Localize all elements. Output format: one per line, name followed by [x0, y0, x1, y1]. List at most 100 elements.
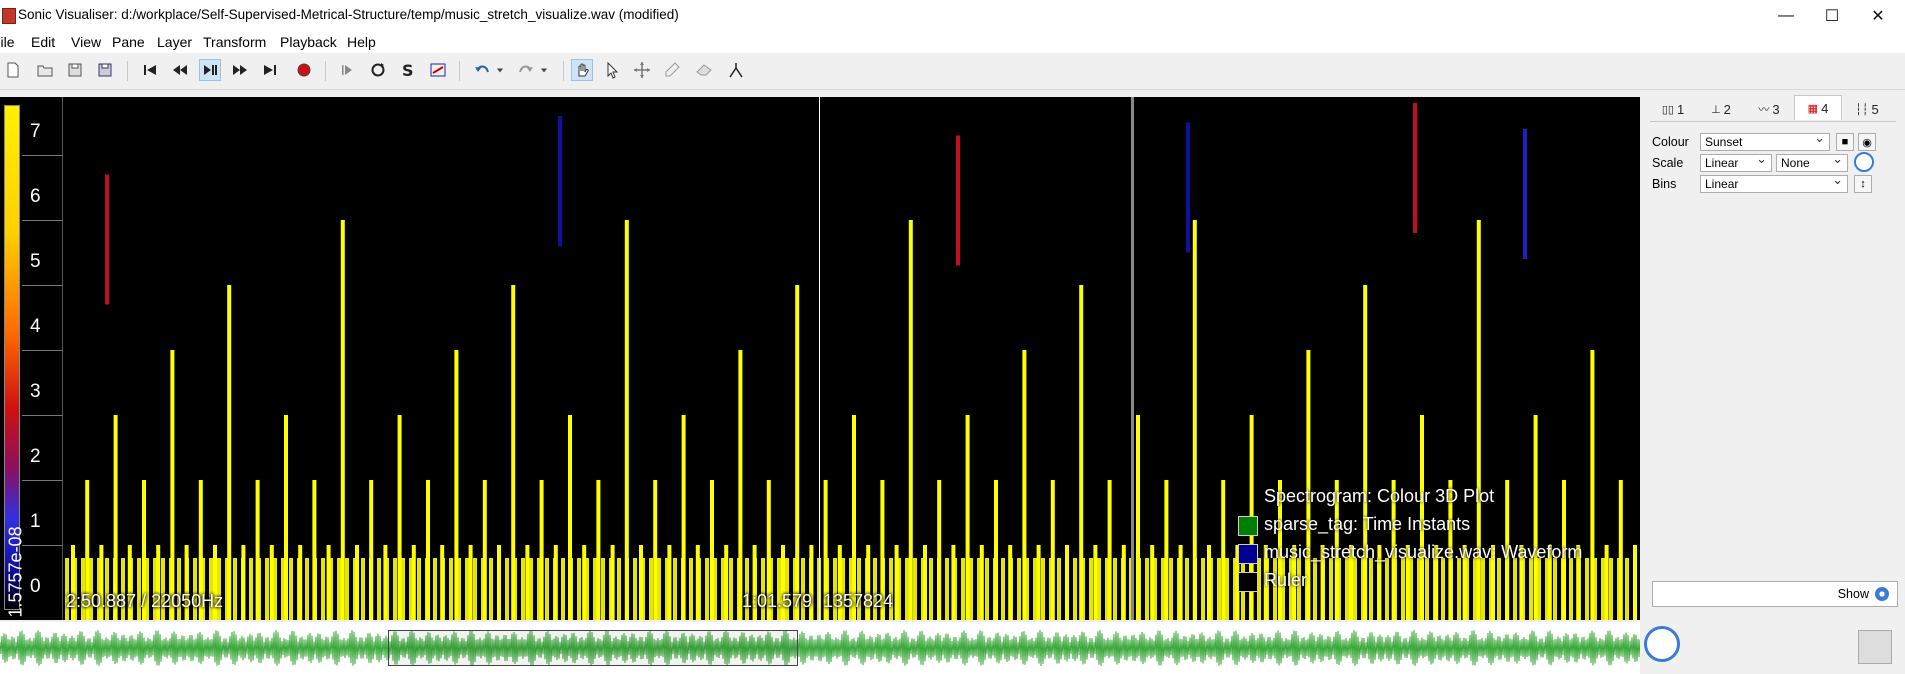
record-icon[interactable] — [293, 59, 315, 81]
menu-file[interactable]: File — [0, 34, 15, 50]
gain-dial-icon[interactable] — [1854, 152, 1874, 172]
play-selection-icon[interactable] — [337, 59, 359, 81]
new-file-icon[interactable] — [2, 59, 24, 81]
solo-icon[interactable]: S — [397, 59, 419, 81]
scale-label-2: 2 — [30, 446, 41, 467]
scale-label-3: 3 — [30, 381, 41, 402]
tab-4[interactable]: ▦ 4 — [1794, 95, 1842, 120]
draw-pencil-icon[interactable] — [661, 59, 683, 81]
legend-swatch — [1238, 572, 1258, 592]
plot-bin — [985, 558, 989, 620]
menu-transform[interactable]: Transform — [203, 34, 266, 50]
move-icon[interactable] — [631, 59, 653, 81]
plot-column — [639, 545, 643, 620]
plot-bin — [449, 558, 453, 620]
plot-column — [667, 545, 672, 620]
close-button[interactable]: ✕ — [1855, 0, 1901, 31]
scale-tick — [22, 285, 62, 286]
select-arrow-icon[interactable] — [601, 59, 623, 81]
level-meter-icon — [1858, 630, 1892, 664]
rewind-start-icon[interactable] — [139, 59, 161, 81]
plot-column — [497, 545, 501, 620]
open-folder-icon[interactable] — [34, 59, 56, 81]
redo-icon[interactable] — [515, 59, 537, 81]
plot-column — [908, 220, 913, 620]
tab-3[interactable]: 〰 3 — [1746, 99, 1792, 119]
menu-pane[interactable]: Pane — [112, 34, 145, 50]
minimize-button[interactable]: — — [1763, 0, 1809, 31]
plot-bin — [1441, 558, 1445, 620]
measure-icon[interactable] — [725, 59, 747, 81]
tab-2[interactable]: ⊥ 2 — [1698, 99, 1744, 119]
loop-icon[interactable] — [367, 59, 389, 81]
scale-label-1: 1 — [30, 511, 41, 532]
bins-options-button[interactable]: ↕ — [1854, 175, 1872, 193]
plot-column — [979, 545, 984, 620]
menu-layer[interactable]: Layer — [157, 34, 192, 50]
plot-column — [1136, 415, 1140, 620]
speed-icon[interactable] — [427, 59, 449, 81]
colour-invert-button[interactable]: ■ — [1836, 133, 1854, 151]
scale-label-5: 5 — [30, 251, 41, 272]
plot-bin — [521, 558, 525, 620]
plot-bin — [961, 558, 965, 620]
plot-bin — [345, 558, 349, 620]
plot-bin — [729, 558, 733, 620]
plot-column — [340, 220, 345, 620]
undo-menu-icon[interactable] — [493, 59, 507, 81]
undo-icon[interactable] — [471, 59, 493, 81]
plot-column — [326, 545, 331, 620]
scale-tick — [22, 155, 62, 156]
overview-visible-region[interactable] — [388, 630, 798, 666]
rewind-icon[interactable] — [169, 59, 191, 81]
plot-column — [1533, 415, 1538, 620]
plot-column — [624, 220, 629, 620]
plot-column — [397, 415, 402, 620]
plot-column — [1079, 285, 1084, 620]
plot-column — [1050, 480, 1055, 620]
ffwd-end-icon[interactable] — [259, 59, 281, 81]
menu-help[interactable]: Help — [347, 34, 376, 50]
erase-icon[interactable] — [693, 59, 715, 81]
save-as-icon[interactable] — [94, 59, 116, 81]
play-pause-icon[interactable] — [199, 59, 221, 81]
colour-options-button[interactable]: ◉ — [1858, 133, 1876, 151]
save-icon[interactable] — [64, 59, 86, 81]
scale-tick — [22, 480, 62, 481]
plot-column — [610, 545, 615, 620]
playback-speed-dial[interactable] — [1644, 626, 1680, 662]
spectrogram-pane[interactable]: 1.5757e-08 7 6 5 4 3 2 1 0 2:50.887 / 22… — [0, 97, 1640, 620]
menu-view[interactable]: View — [71, 34, 101, 50]
legend-label: music_stretch_visualize.wav: Waveform — [1264, 542, 1583, 562]
overview-waveform[interactable] — [0, 622, 1640, 674]
plot-bin — [1169, 558, 1173, 620]
menu-edit[interactable]: Edit — [31, 34, 55, 50]
redo-menu-icon[interactable] — [537, 59, 551, 81]
colour-select[interactable]: Sunset — [1700, 130, 1830, 151]
plot-column — [596, 480, 601, 620]
plot-bin — [577, 558, 581, 620]
maximize-button[interactable]: ☐ — [1809, 0, 1855, 31]
plot-bin — [377, 558, 381, 620]
scale-select[interactable]: Linear — [1700, 151, 1772, 172]
bins-select[interactable]: Linear — [1700, 172, 1848, 193]
plot-bin — [1553, 558, 1557, 620]
property-panel: ▯▯1 ⊥2 〰3 ▦4 ┆┆5 Colour Sunset ■ ◉ Scale… — [1644, 95, 1905, 620]
plot-bin — [321, 558, 325, 620]
tab-5[interactable]: ┆┆ 5 — [1844, 99, 1890, 119]
tab-1[interactable]: ▯▯ 1 — [1650, 99, 1696, 119]
plot-column — [1363, 285, 1368, 620]
plot-column — [1036, 545, 1041, 620]
plot-bin — [633, 558, 637, 620]
scale-tick — [22, 220, 62, 221]
menu-playback[interactable]: Playback — [280, 34, 337, 50]
plot-column — [369, 480, 374, 620]
fast-forward-icon[interactable] — [229, 59, 251, 81]
plot-bin — [1425, 558, 1429, 620]
plot-column — [951, 545, 956, 620]
legend-swatch — [1238, 516, 1258, 536]
normalization-select[interactable]: None — [1776, 151, 1848, 172]
navigate-hand-icon[interactable] — [571, 59, 593, 81]
show-toggle[interactable] — [1875, 587, 1889, 601]
plot-column — [553, 545, 558, 620]
